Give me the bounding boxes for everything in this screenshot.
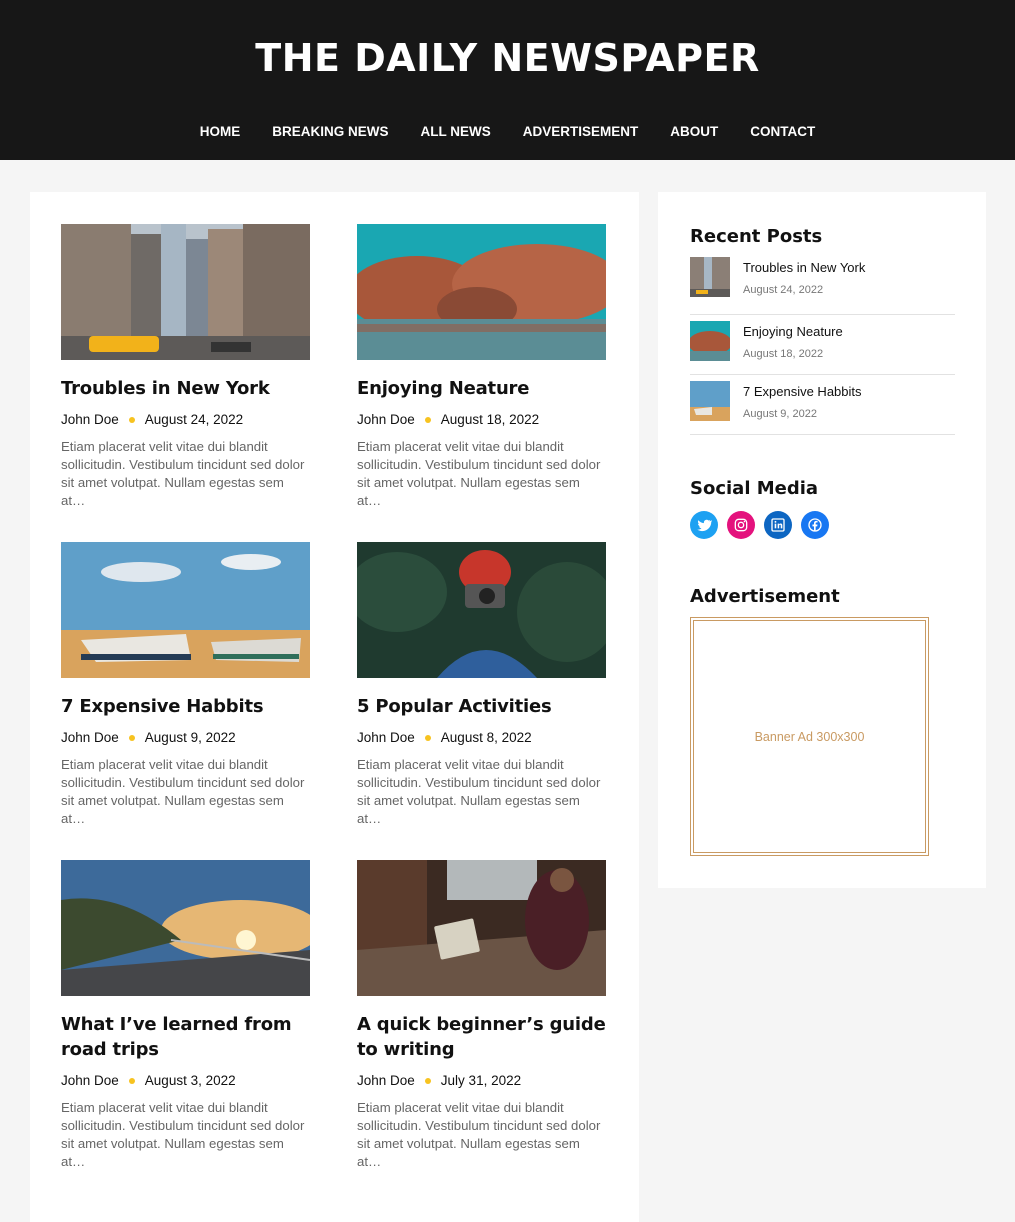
post-excerpt: Etiam placerat velit vitae dui blandit s… — [357, 757, 601, 826]
post-thumbnail-road[interactable] — [61, 860, 310, 996]
post-excerpt: Etiam placerat velit vitae dui blandit s… — [61, 757, 305, 826]
meta-dot — [424, 1077, 431, 1084]
banner-ad[interactable]: Banner Ad 300x300 — [690, 617, 929, 856]
nav-about[interactable]: ABOUT — [654, 105, 734, 159]
meta-dot — [424, 734, 431, 741]
meta-dot — [424, 416, 431, 423]
instagram-icon[interactable] — [727, 511, 755, 539]
social-icons — [690, 511, 829, 539]
posts-grid: Troubles in New York John Doe August 24,… — [61, 224, 607, 1200]
nav-breaking-news[interactable]: BREAKING NEWS — [256, 105, 404, 159]
post-thumbnail-photographer[interactable] — [357, 542, 606, 678]
post-author[interactable]: John Doe — [61, 1073, 119, 1088]
recent-posts-list: Troubles in New York August 24, 2022 Enj… — [690, 255, 955, 435]
post-card: What I’ve learned from road trips John D… — [61, 860, 310, 1200]
meta-dot — [128, 416, 135, 423]
post-meta: John Doe August 8, 2022 — [357, 730, 606, 745]
post-title[interactable]: Troubles in New York — [61, 376, 310, 401]
post-date[interactable]: August 24, 2022 — [145, 412, 243, 427]
post-card: Troubles in New York John Doe August 24,… — [61, 224, 310, 542]
post-author[interactable]: John Doe — [357, 412, 415, 427]
post-author[interactable]: John Doe — [357, 730, 415, 745]
recent-post-title[interactable]: 7 Expensive Habbits — [743, 384, 862, 400]
nav-home[interactable]: HOME — [184, 105, 257, 159]
post-card: Enjoying Neature John Doe August 18, 202… — [357, 224, 606, 542]
post-author[interactable]: John Doe — [61, 412, 119, 427]
post-card: A quick beginner’s guide to writing John… — [357, 860, 606, 1200]
recent-post-item: Enjoying Neature August 18, 2022 — [690, 315, 955, 375]
nav-contact[interactable]: CONTACT — [734, 105, 831, 159]
recent-posts-title: Recent Posts — [690, 226, 823, 247]
recent-post-thumbnail[interactable] — [690, 381, 730, 421]
post-meta: John Doe August 18, 2022 — [357, 412, 606, 427]
meta-dot — [128, 1077, 135, 1084]
post-thumbnail-writing[interactable] — [357, 860, 606, 996]
nav-all-news[interactable]: ALL NEWS — [405, 105, 507, 159]
linkedin-icon[interactable] — [764, 511, 792, 539]
recent-post-thumbnail[interactable] — [690, 321, 730, 361]
post-thumbnail-nature[interactable] — [357, 224, 606, 360]
site-title[interactable]: THE DAILY NEWSPAPER — [0, 0, 1015, 105]
post-title[interactable]: 5 Popular Activities — [357, 694, 606, 719]
post-card: 5 Popular Activities John Doe August 8, … — [357, 542, 606, 860]
post-author[interactable]: John Doe — [61, 730, 119, 745]
recent-post-item: Troubles in New York August 24, 2022 — [690, 255, 955, 315]
recent-post-thumbnail[interactable] — [690, 257, 730, 297]
post-author[interactable]: John Doe — [357, 1073, 415, 1088]
posts-panel: Troubles in New York John Doe August 24,… — [30, 192, 639, 1222]
recent-post-item: 7 Expensive Habbits August 9, 2022 — [690, 375, 955, 435]
sidebar: Recent Posts Troubles in New York August… — [658, 192, 986, 888]
post-meta: John Doe August 9, 2022 — [61, 730, 310, 745]
post-excerpt: Etiam placerat velit vitae dui blandit s… — [61, 439, 305, 508]
banner-ad-label: Banner Ad 300x300 — [693, 620, 926, 853]
recent-post-title[interactable]: Troubles in New York — [743, 260, 865, 276]
post-meta: John Doe August 24, 2022 — [61, 412, 310, 427]
recent-post-title[interactable]: Enjoying Neature — [743, 324, 843, 340]
social-media-widget: Social Media — [690, 478, 829, 539]
post-excerpt: Etiam placerat velit vitae dui blandit s… — [357, 439, 601, 508]
twitter-icon[interactable] — [690, 511, 718, 539]
meta-dot — [128, 734, 135, 741]
post-title[interactable]: Enjoying Neature — [357, 376, 606, 401]
post-date[interactable]: August 3, 2022 — [145, 1073, 236, 1088]
site-header: THE DAILY NEWSPAPER HOME BREAKING NEWS A… — [0, 0, 1015, 160]
facebook-icon[interactable] — [801, 511, 829, 539]
advertisement-widget: Advertisement Banner Ad 300x300 — [690, 586, 929, 856]
main-nav: HOME BREAKING NEWS ALL NEWS ADVERTISEMEN… — [0, 105, 1015, 159]
post-meta: John Doe July 31, 2022 — [357, 1073, 606, 1088]
recent-posts-widget: Recent Posts Troubles in New York August… — [690, 226, 955, 435]
post-title[interactable]: What I’ve learned from road trips — [61, 1012, 310, 1062]
post-date[interactable]: August 8, 2022 — [441, 730, 532, 745]
post-title[interactable]: A quick beginner’s guide to writing — [357, 1012, 606, 1062]
recent-post-date: August 18, 2022 — [743, 348, 824, 360]
advertisement-title: Advertisement — [690, 586, 840, 607]
nav-advertisement[interactable]: ADVERTISEMENT — [507, 105, 655, 159]
recent-post-date: August 9, 2022 — [743, 408, 818, 420]
post-date[interactable]: August 18, 2022 — [441, 412, 539, 427]
social-media-title: Social Media — [690, 478, 819, 499]
post-excerpt: Etiam placerat velit vitae dui blandit s… — [357, 1100, 601, 1169]
post-date[interactable]: August 9, 2022 — [145, 730, 236, 745]
post-thumbnail-city[interactable] — [61, 224, 310, 360]
recent-post-date: August 24, 2022 — [743, 284, 824, 296]
post-card: 7 Expensive Habbits John Doe August 9, 2… — [61, 542, 310, 860]
post-date[interactable]: July 31, 2022 — [441, 1073, 521, 1088]
post-title[interactable]: 7 Expensive Habbits — [61, 694, 310, 719]
post-meta: John Doe August 3, 2022 — [61, 1073, 310, 1088]
post-excerpt: Etiam placerat velit vitae dui blandit s… — [61, 1100, 305, 1169]
post-thumbnail-boats[interactable] — [61, 542, 310, 678]
